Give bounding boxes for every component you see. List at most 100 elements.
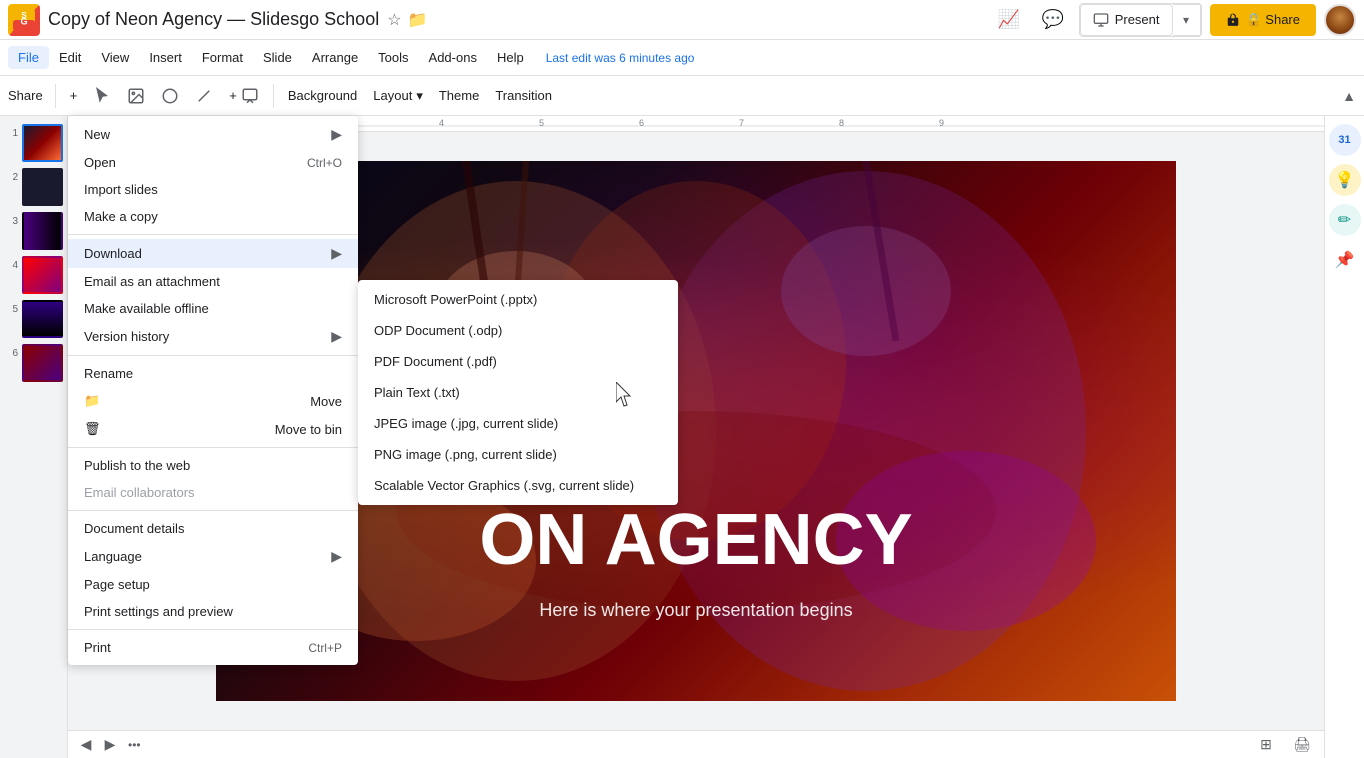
slide-thumb-1[interactable]: 1 (4, 124, 63, 162)
share-label: 🔒 Share (1246, 12, 1301, 28)
menu-addons[interactable]: Add-ons (419, 46, 487, 69)
slide-thumb-2[interactable]: 2 (4, 168, 63, 206)
chart-button[interactable]: 📈 (991, 2, 1027, 38)
layout-btn[interactable]: Layout ▾ (367, 82, 429, 110)
pin-icon[interactable]: 📌 (1329, 244, 1361, 276)
menu-move[interactable]: 📁 Move (68, 387, 358, 415)
slide-thumb-5[interactable]: 5 (4, 300, 63, 338)
separator-4 (68, 510, 358, 511)
submenu-jpg[interactable]: JPEG image (.jpg, current slide) (358, 408, 678, 439)
chevron-up-icon[interactable]: ▲ (1342, 88, 1356, 104)
bottom-right-group: ⊞ 🖨 (1252, 731, 1316, 758)
comment-button[interactable]: 💬 (1035, 2, 1071, 38)
rename-label: Rename (84, 366, 133, 381)
slide-image-2[interactable] (22, 168, 63, 206)
menu-file[interactable]: File (8, 46, 49, 69)
menu-print-settings[interactable]: Print settings and preview (68, 598, 358, 625)
menu-make-copy[interactable]: Make a copy (68, 203, 358, 230)
menu-arrange[interactable]: Arrange (302, 46, 368, 69)
menu-open[interactable]: Open Ctrl+O (68, 149, 358, 176)
slide-image-5[interactable] (22, 300, 63, 338)
pencil-icon[interactable]: ✏ (1329, 204, 1361, 236)
menu-download[interactable]: Download ▶ (68, 239, 358, 268)
menu-help[interactable]: Help (487, 46, 534, 69)
menu-format[interactable]: Format (192, 46, 253, 69)
submenu-png[interactable]: PNG image (.png, current slide) (358, 439, 678, 470)
calendar-icon[interactable]: 31 (1329, 124, 1361, 156)
submenu-svg[interactable]: Scalable Vector Graphics (.svg, current … (358, 470, 678, 501)
svg-text:7: 7 (739, 118, 744, 128)
version-history-label: Version history (84, 329, 169, 344)
slide-thumb-6[interactable]: 6 (4, 344, 63, 382)
menu-make-offline[interactable]: Make available offline (68, 295, 358, 322)
menu-edit[interactable]: Edit (49, 46, 91, 69)
odp-label: ODP Document (.odp) (374, 323, 502, 338)
toolbar-share-label: Share (8, 88, 43, 103)
cursor-icon (93, 87, 111, 105)
svg-text:5: 5 (539, 118, 544, 128)
slide-image-6[interactable] (22, 344, 63, 382)
menu-view[interactable]: View (91, 46, 139, 69)
slide-image-3[interactable] (22, 212, 63, 250)
lock-icon (1226, 13, 1240, 27)
background-btn[interactable]: Background (282, 82, 363, 110)
menu-email-collaborators: Email collaborators (68, 479, 358, 506)
slide-num-1: 1 (4, 124, 18, 139)
menu-email-attachment[interactable]: Email as an attachment (68, 268, 358, 295)
menu-rename[interactable]: Rename (68, 360, 358, 387)
theme-btn[interactable]: Theme (433, 82, 485, 110)
grid-view-btn[interactable]: ⊞ (1252, 731, 1280, 758)
next-slide-btn[interactable]: ▶ (100, 735, 120, 755)
user-avatar[interactable] (1324, 4, 1356, 36)
share-button[interactable]: 🔒 Share (1210, 4, 1317, 36)
menu-print[interactable]: Print Ctrl+P (68, 634, 358, 661)
toolbar-line-btn[interactable] (189, 82, 219, 110)
menu-new[interactable]: New ▶ (68, 120, 358, 149)
menu-page-setup[interactable]: Page setup (68, 571, 358, 598)
app-icon[interactable]: G S (8, 4, 40, 36)
lightbulb-icon[interactable]: 💡 (1329, 164, 1361, 196)
print-label: Print (84, 640, 111, 655)
submenu-odp[interactable]: ODP Document (.odp) (358, 315, 678, 346)
slide-image-1[interactable] (22, 124, 63, 162)
open-label: Open (84, 155, 116, 170)
slide-image-4[interactable] (22, 256, 63, 294)
menu-insert[interactable]: Insert (139, 46, 192, 69)
bin-icon-span: 🗑 (84, 421, 101, 437)
menu-import-slides[interactable]: Import slides (68, 176, 358, 203)
star-icon[interactable]: ☆ (387, 10, 401, 30)
svg-text:S: S (21, 11, 27, 20)
toolbar-image-btn[interactable] (121, 82, 151, 110)
doc-details-label: Document details (84, 521, 184, 536)
submenu-txt[interactable]: Plain Text (.txt) (358, 377, 678, 408)
print-preview-btn[interactable]: 🖨 (1288, 731, 1316, 758)
folder-icon[interactable]: 📁 (408, 10, 428, 30)
slide-thumb-3[interactable]: 3 (4, 212, 63, 250)
toolbar-cursor-btn[interactable] (87, 82, 117, 110)
bottom-nav: ◀ ▶ (76, 735, 120, 755)
present-button[interactable]: Present (1080, 4, 1173, 36)
menu-slide[interactable]: Slide (253, 46, 302, 69)
new-label: New (84, 127, 110, 142)
slide-thumb-4[interactable]: 4 (4, 256, 63, 294)
toolbar: Share + + Background Layout ▾ Theme Tran… (0, 76, 1364, 116)
last-edit-link[interactable]: Last edit was 6 minutes ago (546, 51, 695, 65)
prev-slide-btn[interactable]: ◀ (76, 735, 96, 755)
present-dropdown-button[interactable]: ▾ (1173, 4, 1201, 36)
menu-language[interactable]: Language ▶ (68, 542, 358, 571)
comment-add-icon (241, 87, 259, 105)
menu-document-details[interactable]: Document details (68, 515, 358, 542)
transition-btn[interactable]: Transition (489, 82, 558, 110)
menu-publish-web[interactable]: Publish to the web (68, 452, 358, 479)
submenu-pptx[interactable]: Microsoft PowerPoint (.pptx) (358, 284, 678, 315)
move-to-bin-label: Move to bin (275, 422, 342, 437)
separator-2 (68, 355, 358, 356)
toolbar-shape-btn[interactable] (155, 82, 185, 110)
menu-move-to-bin[interactable]: 🗑 Move to bin (68, 415, 358, 443)
menu-tools[interactable]: Tools (368, 46, 418, 69)
toolbar-plus-btn[interactable]: + (64, 82, 84, 110)
toolbar-comment-btn[interactable]: + (223, 82, 265, 110)
submenu-pdf[interactable]: PDF Document (.pdf) (358, 346, 678, 377)
theme-label: Theme (439, 88, 479, 103)
menu-version-history[interactable]: Version history ▶ (68, 322, 358, 351)
